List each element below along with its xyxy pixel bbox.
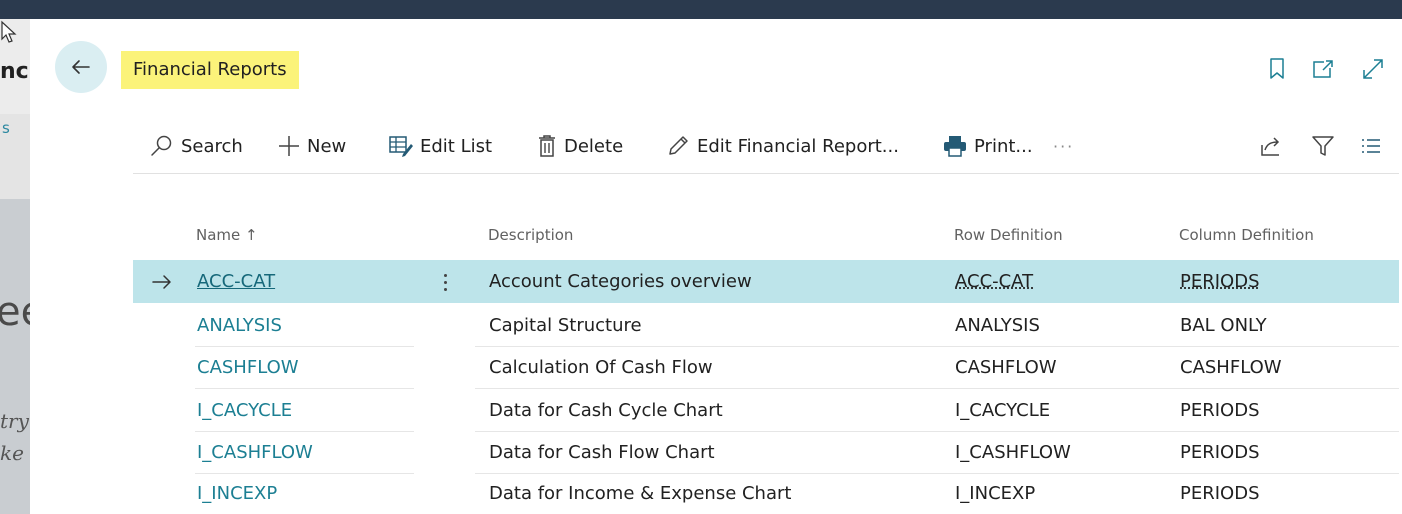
column-header-description[interactable]: Description bbox=[488, 226, 573, 244]
expand-button[interactable] bbox=[1360, 56, 1386, 82]
expand-icon bbox=[1363, 59, 1383, 79]
edit-financial-report-label: Edit Financial Report... bbox=[697, 135, 899, 157]
row-description: Data for Income & Expense Chart bbox=[489, 483, 792, 504]
background-page: nc. s ee try ke bbox=[0, 19, 30, 514]
background-heading: ee bbox=[0, 289, 30, 335]
row-description: Data for Cash Flow Chart bbox=[489, 442, 715, 463]
background-text: ke bbox=[0, 441, 24, 465]
row-name-link[interactable]: I_CASHFLOW bbox=[197, 431, 313, 474]
row-row-definition[interactable]: ACC-CAT bbox=[955, 260, 1033, 303]
background-text: try bbox=[0, 409, 29, 433]
row-name-link[interactable]: ACC-CAT bbox=[197, 260, 275, 303]
row-name-link[interactable]: ANALYSIS bbox=[197, 304, 282, 347]
row-row-definition: ANALYSIS bbox=[955, 315, 1040, 336]
row-name-link[interactable]: I_CACYCLE bbox=[197, 389, 292, 432]
row-column-definition: PERIODS bbox=[1180, 442, 1260, 463]
column-header-column-definition[interactable]: Column Definition bbox=[1179, 226, 1314, 244]
column-header-row-definition[interactable]: Row Definition bbox=[954, 226, 1063, 244]
trash-icon bbox=[539, 135, 555, 157]
column-header-name[interactable]: Name ↑ bbox=[196, 226, 258, 244]
row-description: Data for Cash Cycle Chart bbox=[489, 400, 723, 421]
row-name-link[interactable]: CASHFLOW bbox=[197, 346, 299, 389]
row-description: Capital Structure bbox=[489, 315, 642, 336]
bookmark-button[interactable] bbox=[1264, 56, 1290, 82]
vertical-ellipsis-icon bbox=[443, 273, 447, 277]
more-options-button[interactable]: ··· bbox=[1053, 130, 1074, 162]
new-button[interactable]: New bbox=[278, 130, 346, 162]
row-description: Calculation Of Cash Flow bbox=[489, 357, 713, 378]
row-arrow-icon bbox=[152, 275, 171, 289]
page-title: Financial Reports bbox=[121, 51, 299, 89]
open-in-new-window-icon bbox=[1313, 60, 1333, 78]
pencil-icon bbox=[669, 136, 688, 155]
back-button[interactable] bbox=[55, 41, 107, 93]
list-view-button[interactable] bbox=[1358, 133, 1384, 159]
printer-icon bbox=[944, 136, 966, 157]
row-column-definition: BAL ONLY bbox=[1180, 315, 1267, 336]
row-column-definition[interactable]: PERIODS bbox=[1180, 260, 1260, 303]
toolbar-divider bbox=[133, 173, 1399, 174]
edit-list-label: Edit List bbox=[420, 135, 493, 157]
table-row[interactable]: ACC-CAT Account Categories overview ACC-… bbox=[133, 260, 1399, 303]
row-name-link[interactable]: I_INCEXP bbox=[197, 472, 277, 514]
table-row[interactable]: ANALYSIS Capital Structure ANALYSIS BAL … bbox=[133, 304, 1399, 347]
background-text: nc. bbox=[0, 59, 30, 84]
open-new-window-button[interactable] bbox=[1310, 56, 1336, 82]
edit-list-button[interactable]: Edit List bbox=[389, 130, 492, 162]
mouse-cursor-icon bbox=[1, 20, 17, 43]
delete-button[interactable]: Delete bbox=[537, 130, 623, 162]
edit-financial-report-button[interactable]: Edit Financial Report... bbox=[666, 130, 899, 162]
print-button[interactable]: Print... bbox=[943, 130, 1033, 162]
edit-list-icon bbox=[389, 136, 413, 157]
background-link: s bbox=[2, 119, 10, 137]
row-description: Account Categories overview bbox=[489, 271, 752, 292]
table-row[interactable]: CASHFLOW Calculation Of Cash Flow CASHFL… bbox=[133, 346, 1399, 389]
row-column-definition: PERIODS bbox=[1180, 483, 1260, 504]
arrow-left-icon bbox=[72, 60, 90, 74]
list-view-icon bbox=[1362, 139, 1380, 153]
search-button[interactable]: Search bbox=[150, 130, 243, 162]
row-row-definition: CASHFLOW bbox=[955, 357, 1057, 378]
top-bar bbox=[0, 0, 1402, 19]
row-column-definition: PERIODS bbox=[1180, 400, 1260, 421]
row-actions-menu[interactable] bbox=[433, 269, 457, 295]
row-row-definition: I_CACYCLE bbox=[955, 400, 1051, 421]
row-column-definition: CASHFLOW bbox=[1180, 357, 1282, 378]
row-row-definition: I_CASHFLOW bbox=[955, 442, 1071, 463]
delete-label: Delete bbox=[564, 135, 624, 157]
share-button[interactable] bbox=[1258, 133, 1284, 159]
search-label: Search bbox=[181, 135, 243, 157]
table-row[interactable]: I_INCEXP Data for Income & Expense Chart… bbox=[133, 472, 1399, 514]
table-row[interactable]: I_CASHFLOW Data for Cash Flow Chart I_CA… bbox=[133, 431, 1399, 474]
filter-button[interactable] bbox=[1310, 133, 1336, 159]
share-icon bbox=[1261, 137, 1280, 156]
new-label: New bbox=[307, 135, 347, 157]
bookmark-icon bbox=[1270, 58, 1284, 79]
plus-icon bbox=[279, 136, 299, 156]
filter-icon bbox=[1312, 136, 1334, 156]
table-row[interactable]: I_CACYCLE Data for Cash Cycle Chart I_CA… bbox=[133, 389, 1399, 432]
search-icon bbox=[151, 135, 172, 156]
print-label: Print... bbox=[974, 135, 1033, 157]
row-row-definition: I_INCEXP bbox=[955, 483, 1036, 504]
